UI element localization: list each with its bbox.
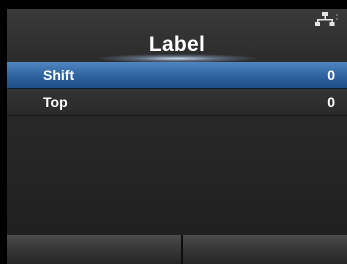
list-item-value: 0 — [327, 67, 335, 83]
list-item-shift[interactable]: Shift 0 — [7, 62, 347, 89]
softkey-bar — [7, 235, 347, 264]
display-screen: Label Shift 0 Top 0 — [7, 9, 347, 264]
title-bar: Label — [7, 9, 347, 63]
list-item-top[interactable]: Top 0 — [7, 89, 347, 116]
list-item-label: Top — [43, 94, 68, 110]
list-item-value: 0 — [327, 94, 335, 110]
network-icon — [315, 12, 338, 26]
left-softkey-button[interactable] — [7, 235, 181, 264]
list-item-label: Shift — [43, 67, 75, 83]
right-softkey-button[interactable] — [183, 235, 347, 264]
settings-list: Shift 0 Top 0 — [7, 62, 347, 116]
